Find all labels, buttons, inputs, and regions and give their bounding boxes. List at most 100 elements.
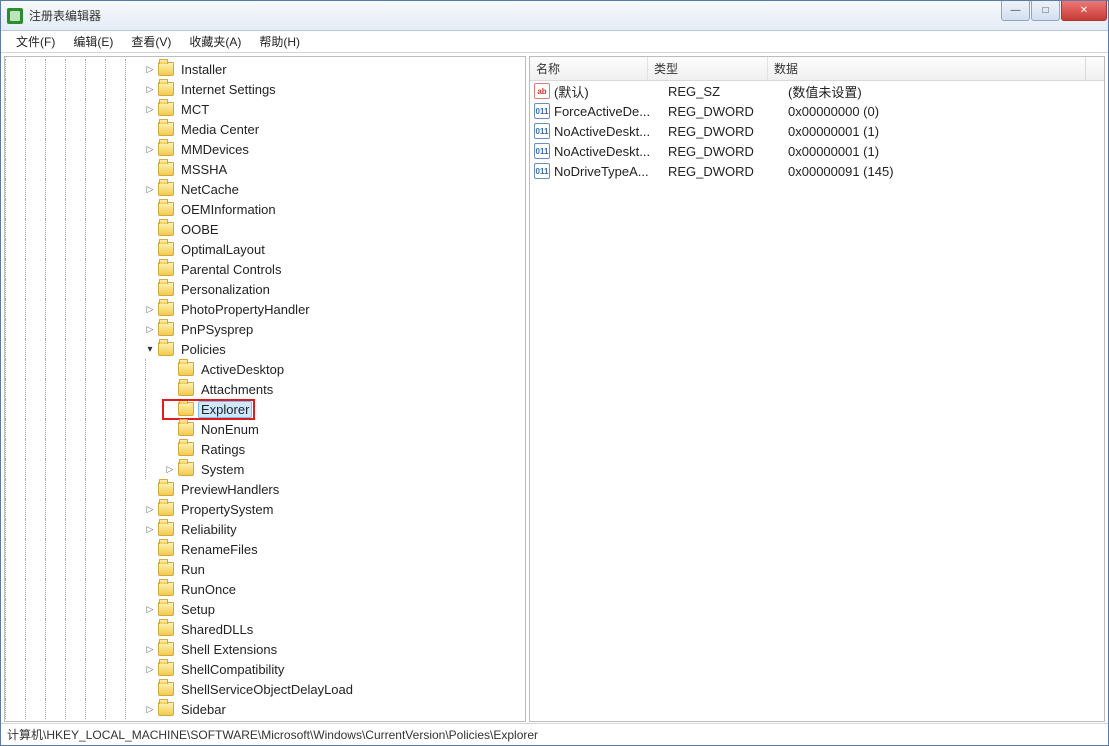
tree-item-label[interactable]: Media Center — [178, 121, 262, 138]
tree-item[interactable]: NonEnum — [5, 419, 525, 439]
tree-item-label[interactable]: Policies — [178, 341, 229, 358]
tree-item[interactable]: ShellServiceObjectDelayLoad — [5, 679, 525, 699]
expander-icon[interactable] — [145, 224, 155, 234]
expander-icon[interactable] — [145, 84, 155, 94]
tree-item[interactable]: OptimalLayout — [5, 239, 525, 259]
tree-item[interactable]: ActiveDesktop — [5, 359, 525, 379]
tree-item[interactable]: Sidebar — [5, 699, 525, 719]
tree-item[interactable]: PhotoPropertyHandler — [5, 299, 525, 319]
maximize-button[interactable]: □ — [1031, 1, 1060, 21]
tree-item-label[interactable]: MMDevices — [178, 141, 252, 158]
menu-favorites[interactable]: 收藏夹(A) — [180, 31, 250, 52]
col-name[interactable]: 名称 — [530, 57, 648, 80]
expander-icon[interactable] — [145, 304, 155, 314]
tree-item[interactable]: Attachments — [5, 379, 525, 399]
expander-icon[interactable] — [145, 504, 155, 514]
tree-item[interactable]: Installer — [5, 59, 525, 79]
tree-item-label[interactable]: Run — [178, 561, 208, 578]
tree-item[interactable]: Reliability — [5, 519, 525, 539]
tree-item-label[interactable]: Internet Settings — [178, 81, 279, 98]
tree-item[interactable]: PnPSysprep — [5, 319, 525, 339]
tree-item[interactable]: Setup — [5, 599, 525, 619]
menu-file[interactable]: 文件(F) — [7, 31, 64, 52]
expander-icon[interactable] — [145, 264, 155, 274]
tree-item[interactable]: Explorer — [5, 399, 525, 419]
tree-item[interactable]: Ratings — [5, 439, 525, 459]
expander-icon[interactable] — [145, 604, 155, 614]
tree-item-label[interactable]: PreviewHandlers — [178, 481, 282, 498]
tree-item-label[interactable]: Reliability — [178, 521, 240, 538]
expander-icon[interactable] — [165, 404, 175, 414]
tree-item-label[interactable]: ActiveDesktop — [198, 361, 287, 378]
tree-item[interactable]: NetCache — [5, 179, 525, 199]
expander-icon[interactable] — [145, 244, 155, 254]
col-data[interactable]: 数据 — [768, 57, 1086, 80]
tree-item[interactable]: Parental Controls — [5, 259, 525, 279]
tree-item-label[interactable]: SharedDLLs — [178, 621, 256, 638]
tree-item-label[interactable]: OptimalLayout — [178, 241, 268, 258]
tree-item-label[interactable]: PnPSysprep — [178, 321, 256, 338]
tree-item[interactable]: Internet Settings — [5, 79, 525, 99]
expander-icon[interactable] — [145, 284, 155, 294]
tree-item-label[interactable]: Setup — [178, 601, 218, 618]
tree-item[interactable]: OOBE — [5, 219, 525, 239]
expander-icon[interactable] — [145, 624, 155, 634]
values-list[interactable]: ab(默认)REG_SZ(数值未设置)011ForceActiveDe...RE… — [530, 81, 1104, 721]
expander-icon[interactable] — [145, 164, 155, 174]
minimize-button[interactable]: — — [1001, 1, 1030, 21]
tree-item-label[interactable]: NonEnum — [198, 421, 262, 438]
tree-item-label[interactable]: System — [198, 461, 247, 478]
list-row[interactable]: 011NoActiveDeskt...REG_DWORD0x00000001 (… — [530, 121, 1104, 141]
tree-item-label[interactable]: MCT — [178, 101, 212, 118]
tree-item[interactable]: PropertySystem — [5, 499, 525, 519]
tree-item[interactable]: MCT — [5, 99, 525, 119]
tree-item-label[interactable]: ShellServiceObjectDelayLoad — [178, 681, 356, 698]
tree-item[interactable]: MSSHA — [5, 159, 525, 179]
tree-item-label[interactable]: Shell Extensions — [178, 641, 280, 658]
expander-icon[interactable] — [145, 484, 155, 494]
tree-item[interactable]: Policies — [5, 339, 525, 359]
expander-icon[interactable] — [145, 104, 155, 114]
expander-icon[interactable] — [145, 564, 155, 574]
tree-item[interactable]: Run — [5, 559, 525, 579]
menu-edit[interactable]: 编辑(E) — [64, 31, 122, 52]
expander-icon[interactable] — [165, 384, 175, 394]
tree-item[interactable]: Shell Extensions — [5, 639, 525, 659]
tree-item-label[interactable]: Installer — [178, 61, 230, 78]
expander-icon[interactable] — [145, 524, 155, 534]
expander-icon[interactable] — [165, 444, 175, 454]
menu-view[interactable]: 查看(V) — [122, 31, 180, 52]
list-row[interactable]: 011NoActiveDeskt...REG_DWORD0x00000001 (… — [530, 141, 1104, 161]
tree-item-label[interactable]: Sidebar — [178, 701, 229, 718]
tree-item-label[interactable]: PropertySystem — [178, 501, 276, 518]
tree-item[interactable]: ShellCompatibility — [5, 659, 525, 679]
tree-item[interactable]: OEMInformation — [5, 199, 525, 219]
expander-icon[interactable] — [145, 204, 155, 214]
list-row[interactable]: 011ForceActiveDe...REG_DWORD0x00000000 (… — [530, 101, 1104, 121]
tree-item[interactable]: PreviewHandlers — [5, 479, 525, 499]
tree-item-label[interactable]: RenameFiles — [178, 541, 261, 558]
tree-item-label[interactable]: OOBE — [178, 221, 222, 238]
tree-item[interactable]: MMDevices — [5, 139, 525, 159]
tree-item[interactable]: System — [5, 459, 525, 479]
expander-icon[interactable] — [145, 704, 155, 714]
tree-item[interactable]: SharedDLLs — [5, 619, 525, 639]
expander-icon[interactable] — [165, 464, 175, 474]
expander-icon[interactable] — [165, 424, 175, 434]
tree-item-label[interactable]: OEMInformation — [178, 201, 279, 218]
tree-item[interactable]: RunOnce — [5, 579, 525, 599]
expander-icon[interactable] — [145, 684, 155, 694]
expander-icon[interactable] — [165, 364, 175, 374]
tree-item-label[interactable]: Ratings — [198, 441, 248, 458]
expander-icon[interactable] — [145, 64, 155, 74]
tree-item-label[interactable]: NetCache — [178, 181, 242, 198]
menu-help[interactable]: 帮助(H) — [250, 31, 309, 52]
expander-icon[interactable] — [145, 584, 155, 594]
tree-item[interactable]: Personalization — [5, 279, 525, 299]
close-button[interactable]: ✕ — [1061, 1, 1107, 21]
expander-icon[interactable] — [145, 544, 155, 554]
tree-item-label[interactable]: Explorer — [198, 401, 252, 418]
expander-icon[interactable] — [145, 344, 155, 354]
expander-icon[interactable] — [145, 664, 155, 674]
tree-item[interactable]: Media Center — [5, 119, 525, 139]
